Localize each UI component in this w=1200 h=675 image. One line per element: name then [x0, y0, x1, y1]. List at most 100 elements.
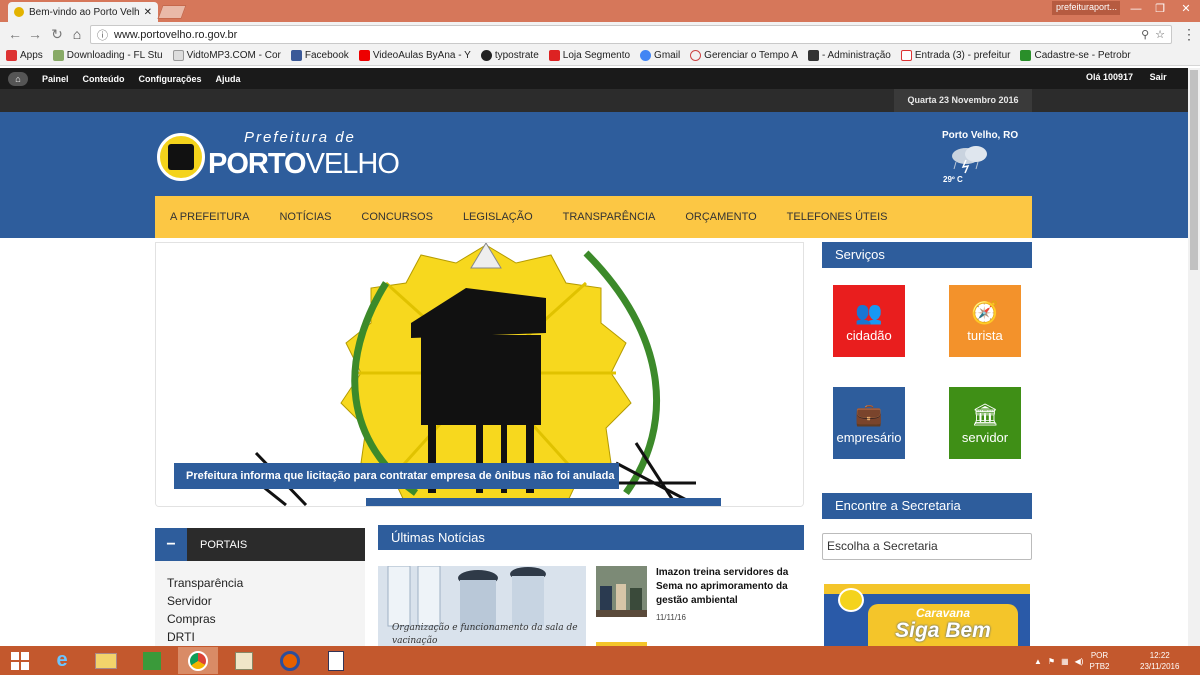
service-cidadao[interactable]: 👥 cidadão: [833, 285, 905, 357]
portal-link-compras[interactable]: Compras: [167, 610, 365, 628]
news-image-caption: Organização e funcionamento da sala de v…: [392, 623, 578, 646]
scrollbar-thumb[interactable]: [1190, 70, 1198, 270]
close-window-icon[interactable]: ✕: [1174, 0, 1198, 18]
portal-link-drti[interactable]: DRTI: [167, 628, 365, 646]
flag-icon[interactable]: ⚑: [1048, 657, 1055, 666]
firefox-icon[interactable]: [270, 647, 310, 674]
nav-telefones-uteis[interactable]: TELEFONES ÚTEIS: [787, 211, 888, 223]
user-id[interactable]: 100917: [1103, 72, 1133, 82]
bookmarks-bar: Apps Downloading - FL Stu VidtoMP3.COM -…: [0, 46, 1200, 66]
gmail-icon: [900, 50, 912, 61]
bookmark-item[interactable]: Entrada (3) - prefeitur: [900, 50, 1010, 61]
internet-explorer-icon[interactable]: e: [42, 647, 82, 674]
forward-icon[interactable]: →: [26, 25, 44, 43]
portais-header[interactable]: − PORTAIS: [155, 528, 365, 561]
page-icon: [172, 50, 184, 61]
bookmark-item[interactable]: Cadastre-se - Petrobr: [1020, 50, 1131, 61]
menu-icon[interactable]: ⋮: [1180, 25, 1198, 43]
current-date: Quarta 23 Novembro 2016: [894, 89, 1032, 112]
store-icon[interactable]: [132, 647, 172, 674]
nav-a-prefeitura[interactable]: A PREFEITURA: [170, 211, 249, 223]
city-seal-logo[interactable]: [157, 133, 205, 181]
admin-bar: ⌂ Painel Conteúdo Configurações Ajuda: [0, 68, 1188, 89]
facebook-icon: [290, 50, 302, 61]
home-icon[interactable]: ⌂: [68, 25, 86, 43]
nav-legislacao[interactable]: LEGISLAÇÃO: [463, 211, 533, 223]
bookmark-item[interactable]: VidtoMP3.COM - Cor: [172, 50, 281, 61]
services-title: Serviços: [822, 242, 1032, 268]
minimize-icon[interactable]: —: [1124, 0, 1148, 18]
start-button[interactable]: [0, 647, 40, 674]
portais-list: Transparência Servidor Compras DRTI: [155, 561, 365, 646]
service-servidor[interactable]: 🏛 servidor: [949, 387, 1021, 459]
file-explorer-icon[interactable]: [86, 647, 126, 674]
address-bar[interactable]: ⓘ www.portovelho.ro.gov.br ⚲ ☆: [90, 25, 1172, 44]
portal-link-servidor[interactable]: Servidor: [167, 592, 365, 610]
network-icon[interactable]: ▦: [1061, 657, 1069, 666]
bookmark-item[interactable]: Loja Segmento: [548, 50, 630, 61]
news-thumbnail[interactable]: [596, 566, 647, 617]
collapse-icon[interactable]: −: [155, 528, 187, 561]
brand-title[interactable]: PORTOVELHO: [208, 148, 400, 181]
compass-icon: 🧭: [971, 300, 999, 325]
news-image-vaccination[interactable]: Organização e funcionamento da sala de v…: [378, 566, 586, 646]
storm-cloud-icon: [952, 146, 987, 174]
maximize-icon[interactable]: ❐: [1148, 0, 1172, 18]
notepad-icon[interactable]: [316, 647, 356, 674]
greeting: Olá: [1086, 72, 1101, 82]
bookmark-item[interactable]: Gmail: [640, 50, 680, 61]
bookmark-apps[interactable]: Apps: [6, 50, 43, 61]
admin-menu-configuracoes[interactable]: Configurações: [139, 74, 202, 84]
logout-link[interactable]: Sair: [1150, 72, 1167, 82]
bookmark-item[interactable]: - Administração: [807, 50, 891, 61]
windows-logo-icon: [11, 651, 29, 670]
new-tab-button[interactable]: [157, 5, 187, 19]
home-icon[interactable]: ⌂: [8, 71, 28, 86]
admin-menu-ajuda[interactable]: Ajuda: [216, 74, 241, 84]
nav-transparencia[interactable]: TRANSPARÊNCIA: [563, 211, 656, 223]
volume-icon[interactable]: ◀): [1075, 657, 1084, 666]
seal-icon: [838, 588, 864, 612]
info-icon[interactable]: ⓘ: [97, 27, 108, 43]
clock-icon: [690, 50, 702, 61]
nav-concursos[interactable]: CONCURSOS: [361, 211, 433, 223]
admin-user-area: Olá 100917 Sair: [1086, 72, 1167, 82]
profile-button[interactable]: prefeituraport...: [1052, 1, 1120, 15]
news-item-title[interactable]: Imazon treina servidores da Sema no apri…: [656, 566, 806, 608]
news-section-title: Últimas Notícias: [378, 525, 804, 550]
back-icon[interactable]: ←: [6, 25, 24, 43]
browser-tab[interactable]: Bem-vindo ao Porto Velho ✕: [8, 2, 158, 22]
system-tray: ▲ ⚑ ▦ ◀) POR PTB2: [1034, 650, 1110, 672]
bookmark-item[interactable]: Downloading - FL Stu: [52, 50, 163, 61]
secretaria-select[interactable]: Escolha a Secretaria: [822, 533, 1032, 560]
banner-line1: Caravana: [915, 606, 971, 620]
language-indicator[interactable]: POR PTB2: [1089, 650, 1109, 672]
s-logo-icon: [548, 50, 560, 61]
system-clock[interactable]: 12:22 23/11/2016: [1140, 650, 1179, 672]
portal-link-transparencia[interactable]: Transparência: [167, 574, 365, 592]
admin-menu-conteudo[interactable]: Conteúdo: [83, 74, 125, 84]
chrome-icon[interactable]: [178, 647, 218, 674]
reload-icon[interactable]: ↻: [48, 25, 66, 43]
service-turista[interactable]: 🧭 turista: [949, 285, 1021, 357]
close-tab-icon[interactable]: ✕: [144, 7, 152, 18]
bookmark-item[interactable]: Facebook: [290, 50, 349, 61]
bookmark-item[interactable]: Gerenciar o Tempo A: [690, 50, 798, 61]
brand-subtitle: Prefeitura de: [244, 129, 356, 146]
slide-caption[interactable]: Prefeitura informa que licitação para co…: [174, 463, 619, 489]
nav-noticias[interactable]: NOTÍCIAS: [279, 211, 331, 223]
bookmark-item[interactable]: VideoAulas ByAna - Y: [358, 50, 471, 61]
star-icon[interactable]: ☆: [1155, 28, 1165, 41]
tray-arrow-icon[interactable]: ▲: [1034, 657, 1042, 666]
bookmark-item[interactable]: typostrate: [480, 50, 539, 61]
heart-icon: [480, 50, 492, 61]
admin-icon: [807, 50, 819, 61]
banner-line2: Siga Bem: [895, 619, 991, 642]
apps-icon: [6, 50, 17, 61]
caravana-banner[interactable]: Caravana Siga Bem: [824, 584, 1030, 646]
service-empresario[interactable]: 💼 empresário: [833, 387, 905, 459]
nav-orcamento[interactable]: ORÇAMENTO: [685, 211, 756, 223]
paint-icon[interactable]: [224, 647, 264, 674]
key-icon[interactable]: ⚲: [1141, 28, 1149, 41]
admin-menu-painel[interactable]: Painel: [42, 74, 69, 84]
